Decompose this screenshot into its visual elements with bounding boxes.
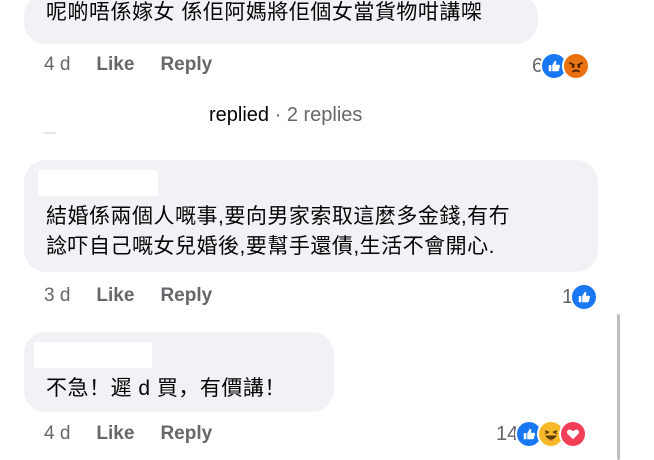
comment-bubble-1: 呢啲唔係嫁女 係佢阿媽將佢個女當貨物咁講㗎 <box>24 0 538 44</box>
comment-time-2[interactable]: 3 d <box>44 285 70 307</box>
love-reaction-icon <box>559 420 588 448</box>
replies-who: replied <box>209 104 270 126</box>
thread-connector-line <box>44 132 56 134</box>
reactions-2[interactable]: 1 <box>562 283 599 311</box>
redacted-author-name <box>38 170 158 196</box>
reactions-1[interactable]: 6 <box>532 52 591 80</box>
like-reaction-icon <box>570 283 599 311</box>
like-button-3[interactable]: Like <box>96 423 134 445</box>
comment-text-2: 結婚係兩個人嘅事,要向男家索取這麼多金錢,有冇 諗吓自己嘅女兒婚後,要幫手還債,… <box>46 205 511 258</box>
like-button-1[interactable]: Like <box>96 54 134 76</box>
reactions-3[interactable]: 14 <box>496 420 588 448</box>
comment-actions-3: 4 d Like Reply <box>44 423 238 445</box>
comment-text-1: 呢啲唔係嫁女 係佢阿媽將佢個女當貨物咁講㗎 <box>46 1 483 24</box>
angry-reaction-icon <box>562 52 591 80</box>
view-replies-link[interactable]: replied · 2 replies <box>209 104 362 127</box>
scrollbar[interactable] <box>617 314 620 460</box>
redacted-author-name <box>34 342 152 368</box>
comment-text-3: 不急！遲 d 買，有價講！ <box>46 377 286 400</box>
comment-actions-1: 4 d Like Reply <box>44 54 238 76</box>
comment-time-3[interactable]: 4 d <box>44 423 70 445</box>
replies-separator: · <box>269 104 287 126</box>
like-button-2[interactable]: Like <box>96 285 134 307</box>
comment-bubble-3: 不急！遲 d 買，有價講！ <box>24 332 334 412</box>
reply-button-3[interactable]: Reply <box>160 423 212 445</box>
reply-button-1[interactable]: Reply <box>160 54 212 76</box>
reply-button-2[interactable]: Reply <box>160 285 212 307</box>
comment-actions-2: 3 d Like Reply <box>44 285 238 307</box>
comment-time-1[interactable]: 4 d <box>44 54 70 76</box>
replies-count: 2 replies <box>286 104 363 126</box>
comment-bubble-2: 結婚係兩個人嘅事,要向男家索取這麼多金錢,有冇 諗吓自己嘅女兒婚後,要幫手還債,… <box>24 160 598 272</box>
